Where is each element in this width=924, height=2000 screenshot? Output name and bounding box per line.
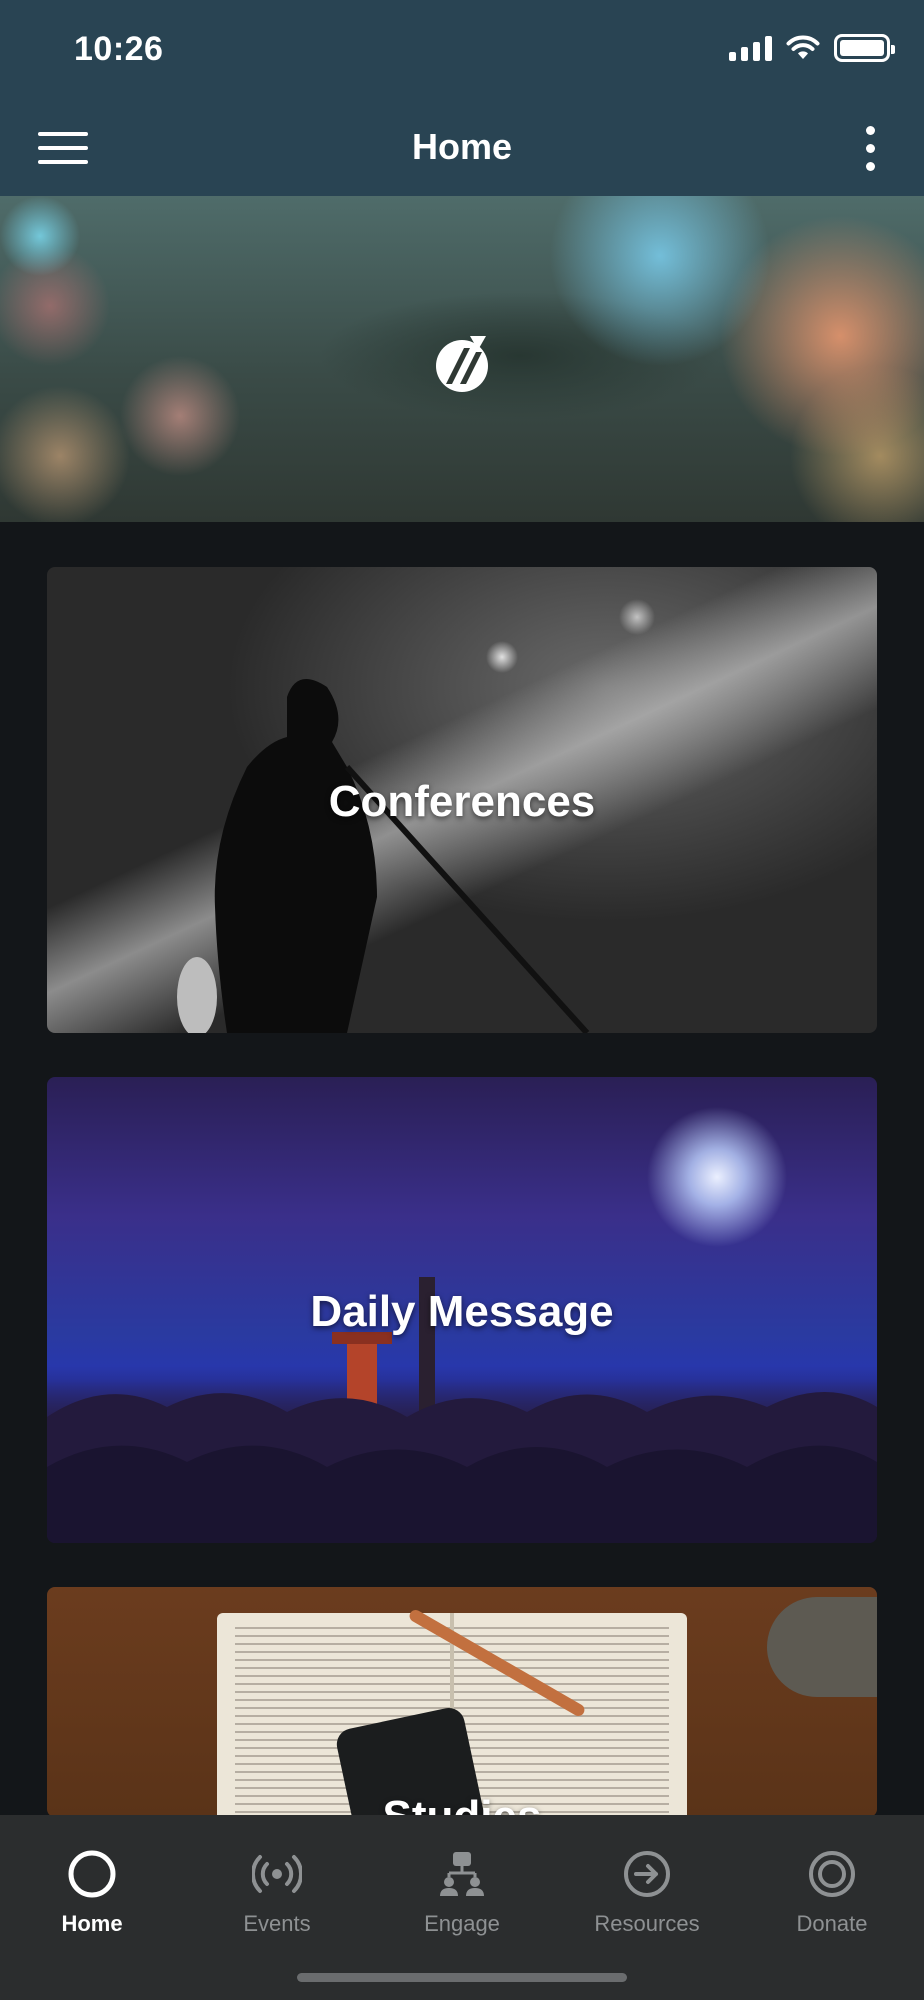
card-label: Daily Message [310, 1287, 614, 1336]
people-network-icon [440, 1852, 484, 1896]
nav-resources[interactable]: Resources [562, 1837, 732, 1937]
card-label: Studies [382, 1792, 542, 1817]
nav-label: Events [243, 1911, 311, 1936]
broadcast-icon [252, 1855, 302, 1893]
home-indicator[interactable] [297, 1973, 627, 1982]
page-title: Home [411, 126, 513, 167]
nav-engage[interactable]: Engage [377, 1837, 547, 1937]
conferences-card[interactable]: Conferences [47, 567, 877, 1033]
nav-home[interactable]: Home [7, 1837, 177, 1937]
nav-label: Home [61, 1911, 123, 1936]
target-circle-icon [809, 1851, 855, 1897]
brand-logo-icon [436, 336, 488, 392]
mug-image [767, 1597, 877, 1697]
app-header: Home [0, 100, 924, 196]
arrow-circle-icon [624, 1851, 670, 1897]
signal-icon [729, 35, 772, 61]
wifi-icon [786, 35, 820, 59]
status-time: 10:26 [74, 30, 164, 68]
nav-events[interactable]: Events [192, 1837, 362, 1937]
hero-banner [0, 196, 924, 522]
more-options-button[interactable] [852, 122, 888, 174]
home-circle-icon [68, 1850, 116, 1898]
status-bar: 10:26 [0, 0, 924, 100]
studies-card[interactable]: Studies [47, 1587, 877, 1817]
battery-icon [834, 34, 895, 62]
card-label: Conferences [328, 777, 596, 826]
nav-donate[interactable]: Donate [747, 1837, 917, 1937]
daily-message-card[interactable]: Daily Message [47, 1077, 877, 1543]
top-bar: 10:26 Home [0, 0, 924, 196]
nav-label: Engage [424, 1911, 500, 1936]
nav-label: Resources [594, 1911, 700, 1936]
status-icons [729, 34, 895, 62]
nav-label: Donate [796, 1911, 868, 1936]
